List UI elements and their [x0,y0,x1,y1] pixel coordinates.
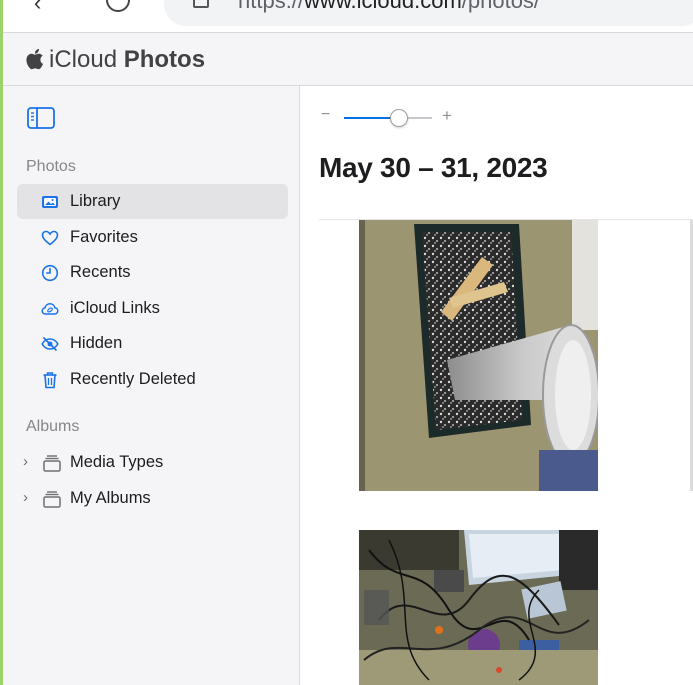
chevron-right-icon[interactable]: › [23,489,28,506]
zoom-out-button[interactable]: − [321,106,330,124]
url-text[interactable]: https://www.icloud.com/photos/ [238,0,540,14]
album-stack-icon [43,491,61,508]
album-stack-icon [43,455,61,472]
eye-slash-icon [41,336,59,352]
wafer-and-cup-on-mat-photo [359,220,598,491]
sidebar-item-label: Hidden [70,334,123,352]
sidebar-item-label: My Albums [70,489,151,507]
sidebar-item-hidden[interactable]: Hidden [17,326,288,361]
apple-logo-icon [26,48,43,70]
sidebar: Photos Library Favorites Recents iCloud … [0,86,300,685]
reload-icon[interactable] [106,0,130,12]
photo-thumbnail[interactable] [359,220,598,491]
app-header: iCloud Photos [0,33,693,86]
sidebar-item-label: Library [70,192,121,210]
main-content: − + May 30 – 31, 2023 [301,86,693,685]
library-icon [42,196,58,208]
sidebar-item-media-types[interactable]: › Media Types [17,445,288,480]
chevron-right-icon[interactable]: › [23,453,28,470]
albums-section-label: Albums [26,418,80,435]
sidebar-item-favorites[interactable]: Favorites [17,220,288,255]
sidebar-item-label: iCloud Links [70,299,160,317]
sidebar-item-recently-deleted[interactable]: Recently Deleted [17,362,288,397]
zoom-slider[interactable] [344,109,432,127]
browser-toolbar: ‹ https://www.icloud.com/photos/ [0,0,693,33]
sidebar-item-label: Recents [70,263,131,281]
sidebar-item-label: Recently Deleted [70,370,196,388]
sidebar-toggle-icon[interactable] [27,107,55,129]
back-icon[interactable]: ‹ [34,0,41,16]
cluttered-desk-with-cables-photo [359,530,598,685]
sidebar-item-label: Media Types [70,453,164,471]
photo-thumbnail[interactable] [359,530,598,685]
sidebar-item-library[interactable]: Library [17,184,288,219]
cloud-link-icon [41,303,59,315]
sidebar-item-recents[interactable]: Recents [17,255,288,290]
photos-section-label: Photos [26,158,76,175]
trash-icon [43,372,57,389]
heart-icon [41,230,59,246]
app-title[interactable]: iCloud Photos [49,46,205,74]
page-info-icon[interactable] [193,0,209,8]
sidebar-item-my-albums[interactable]: › My Albums [17,481,288,516]
sidebar-item-label: Favorites [70,228,138,246]
clock-icon [41,264,59,282]
date-heading: May 30 – 31, 2023 [319,152,548,183]
window-edge [0,0,3,685]
zoom-slider-thumb[interactable] [389,109,408,127]
zoom-in-button[interactable]: + [442,106,452,126]
sidebar-item-icloud-links[interactable]: iCloud Links [17,291,288,326]
